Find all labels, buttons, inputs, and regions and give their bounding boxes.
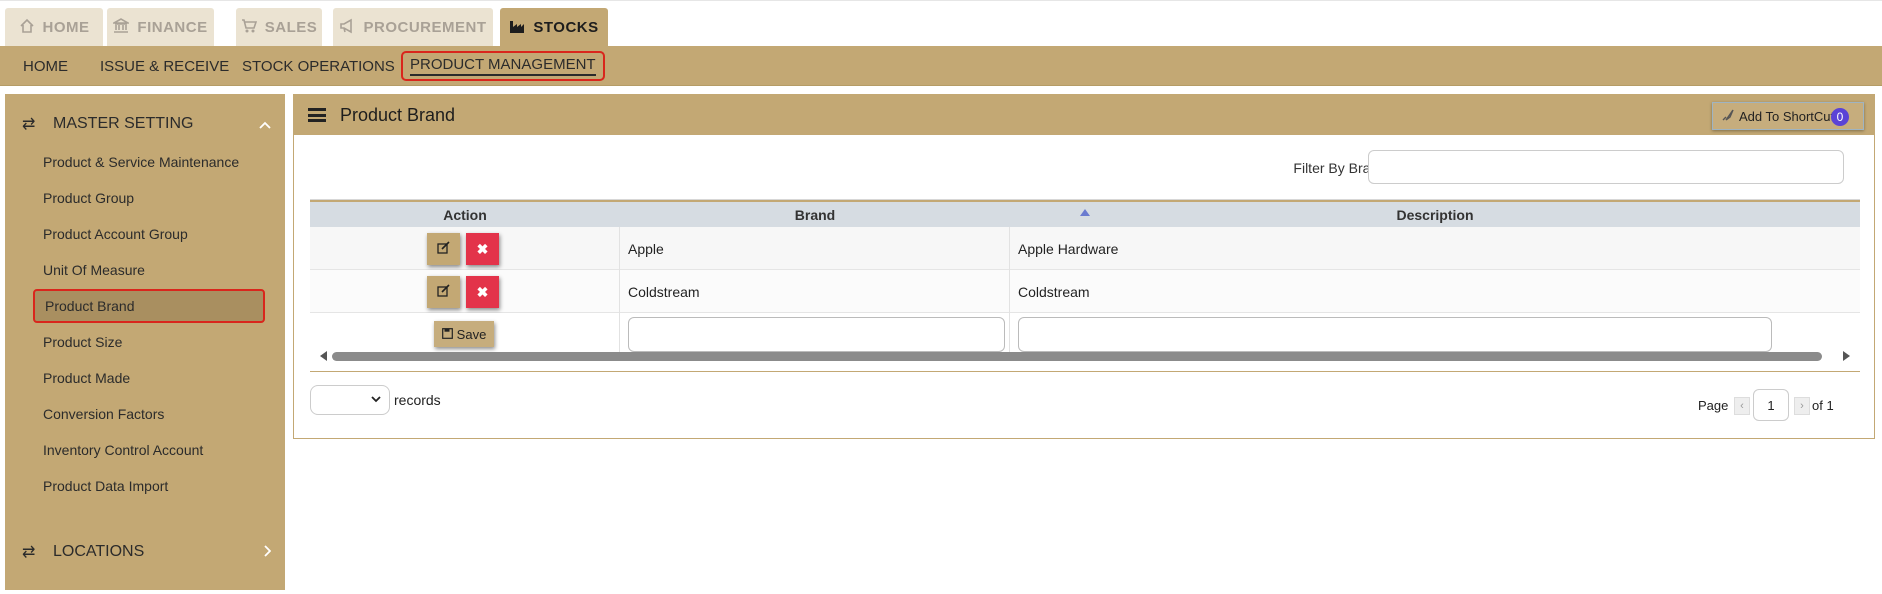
hamburger-menu-icon[interactable] xyxy=(308,105,326,125)
home-icon xyxy=(19,18,35,38)
records-per-page-select[interactable] xyxy=(310,385,390,415)
description-value: Apple Hardware xyxy=(1018,240,1119,257)
sidebar-item-product-data-import[interactable]: Product Data Import xyxy=(43,471,168,501)
column-header-brand[interactable]: Brand xyxy=(620,202,1010,227)
page-total-label: of 1 xyxy=(1812,398,1834,413)
sidebar-item-product-account-group[interactable]: Product Account Group xyxy=(43,219,188,249)
factory-icon xyxy=(509,18,525,38)
records-label: records xyxy=(394,392,441,408)
cart-icon xyxy=(241,18,257,38)
description-value: Coldstream xyxy=(1018,283,1090,300)
brand-value: Coldstream xyxy=(628,283,700,300)
new-description-input[interactable] xyxy=(1018,317,1772,352)
brand-value: Apple xyxy=(628,240,664,257)
close-icon: ✖ xyxy=(476,283,489,300)
action-cell: ✖ xyxy=(310,270,620,313)
tab-procurement[interactable]: PROCUREMENT xyxy=(333,8,493,47)
panel-header: Product Brand Add To ShortCut 0 xyxy=(294,95,1874,135)
rocket-icon xyxy=(1721,108,1735,125)
chevron-down-icon xyxy=(371,392,381,406)
bank-icon xyxy=(111,17,132,38)
page-number-input[interactable]: 1 xyxy=(1753,389,1789,421)
previous-page-button[interactable]: ‹ xyxy=(1734,397,1750,415)
subnav-product-management-label: PRODUCT MANAGEMENT xyxy=(410,56,596,76)
chevron-right-icon: › xyxy=(1800,400,1804,412)
tab-finance-label: FINANCE xyxy=(137,19,208,36)
description-cell: Coldstream xyxy=(1010,270,1860,313)
column-header-description[interactable]: Description xyxy=(1010,202,1860,227)
brand-cell: Coldstream xyxy=(620,270,1010,313)
edit-icon xyxy=(437,284,450,300)
sidebar-section-master-setting[interactable]: ⇄ MASTER SETTING xyxy=(5,102,285,146)
edit-icon xyxy=(437,241,450,257)
chevron-left-icon: ‹ xyxy=(1740,400,1744,412)
action-cell: ✖ xyxy=(310,227,620,270)
table-row: ✖ Apple Apple Hardware xyxy=(310,227,1860,270)
table-row: ✖ Coldstream Coldstream xyxy=(310,270,1860,313)
scroll-right-icon[interactable] xyxy=(1843,351,1850,361)
delete-button[interactable]: ✖ xyxy=(466,276,499,308)
divider xyxy=(310,371,1860,372)
tab-stocks-label: STOCKS xyxy=(533,19,599,36)
product-brand-panel: Product Brand Add To ShortCut 0 Filter B… xyxy=(293,94,1875,439)
sidebar-item-conversion-factors[interactable]: Conversion Factors xyxy=(43,399,164,429)
tab-home[interactable]: HOME xyxy=(5,8,103,47)
add-to-shortcut-button[interactable]: Add To ShortCut 0 xyxy=(1712,102,1864,130)
chevron-up-icon xyxy=(259,116,271,132)
chevron-right-icon xyxy=(263,544,272,560)
next-page-button[interactable]: › xyxy=(1794,397,1810,415)
swap-icon: ⇄ xyxy=(22,544,36,561)
subnav-issue-receive[interactable]: ISSUE & RECEIVE xyxy=(100,46,229,86)
subnav-stock-operations[interactable]: STOCK OPERATIONS xyxy=(242,46,395,86)
sidebar-item-product-service-maintenance[interactable]: Product & Service Maintenance xyxy=(43,147,239,177)
module-tabs: HOME FINANCE SALES PROCUREMENT STOCKS xyxy=(0,0,1882,47)
sidebar: ⇄ MASTER SETTING Product & Service Maint… xyxy=(5,94,285,590)
brand-cell: Apple xyxy=(620,227,1010,270)
add-to-shortcut-label: Add To ShortCut xyxy=(1739,108,1835,124)
save-icon xyxy=(441,327,453,342)
tab-stocks[interactable]: STOCKS xyxy=(500,8,608,47)
save-button[interactable]: Save xyxy=(434,321,494,347)
scrollbar-thumb[interactable] xyxy=(332,352,1822,361)
sidebar-item-product-group[interactable]: Product Group xyxy=(43,183,134,213)
swap-icon: ⇄ xyxy=(22,116,36,133)
shortcut-count-badge: 0 xyxy=(1831,108,1849,126)
tab-home-label: HOME xyxy=(42,19,90,36)
sidebar-item-unit-of-measure[interactable]: Unit Of Measure xyxy=(43,255,145,285)
description-cell: Apple Hardware xyxy=(1010,227,1860,270)
edit-button[interactable] xyxy=(427,233,460,265)
sidebar-section-locations[interactable]: ⇄ LOCATIONS xyxy=(5,530,285,574)
sidebar-item-product-brand[interactable]: Product Brand xyxy=(33,289,265,323)
subnav-product-management[interactable]: PRODUCT MANAGEMENT xyxy=(401,51,605,81)
sidebar-item-product-made[interactable]: Product Made xyxy=(43,363,130,393)
column-header-action[interactable]: Action xyxy=(310,202,620,227)
tab-procurement-label: PROCUREMENT xyxy=(363,19,487,36)
sidebar-item-product-size[interactable]: Product Size xyxy=(43,327,122,357)
tab-sales[interactable]: SALES xyxy=(236,8,322,47)
page-label: Page xyxy=(1698,398,1729,413)
page-title: Product Brand xyxy=(340,105,456,125)
brand-grid: Action Brand Description ✖ Apple Apple H… xyxy=(310,199,1860,356)
tab-finance[interactable]: FINANCE xyxy=(107,8,214,47)
grid-header: Action Brand Description xyxy=(310,200,1860,227)
horizontal-scrollbar[interactable] xyxy=(310,349,1860,363)
tab-sales-label: SALES xyxy=(264,19,318,36)
edit-button[interactable] xyxy=(427,276,460,308)
sub-navigation: HOME ISSUE & RECEIVE STOCK OPERATIONS PR… xyxy=(0,46,1882,86)
filter-by-brand-input[interactable] xyxy=(1368,150,1844,184)
close-icon: ✖ xyxy=(476,240,489,257)
sidebar-section-label: LOCATIONS xyxy=(53,543,145,560)
scroll-left-icon[interactable] xyxy=(320,351,327,361)
save-label: Save xyxy=(456,326,487,342)
sidebar-item-inventory-control-account[interactable]: Inventory Control Account xyxy=(43,435,203,465)
new-brand-input[interactable] xyxy=(628,317,1005,352)
subnav-home[interactable]: HOME xyxy=(23,46,68,86)
bullhorn-icon xyxy=(339,18,355,38)
sidebar-section-label: MASTER SETTING xyxy=(53,115,194,132)
delete-button[interactable]: ✖ xyxy=(466,233,499,265)
